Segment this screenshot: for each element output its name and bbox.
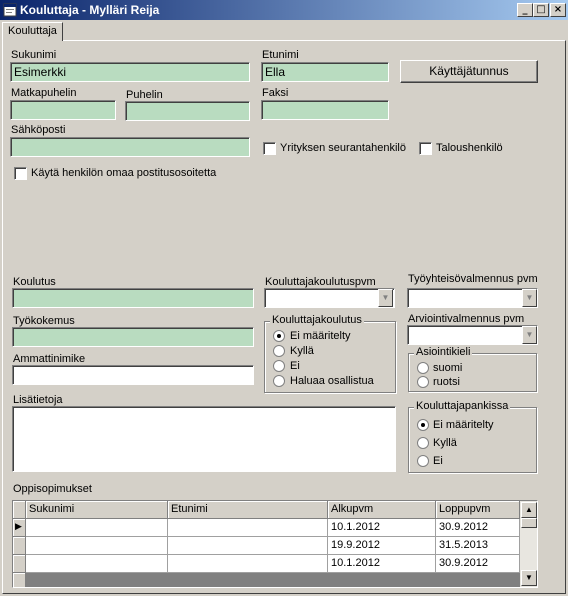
kk-option-label: Ei määritelty [290,330,351,342]
yrityksen-seurantahenkilo-label: Yrityksen seurantahenkilö [280,142,406,154]
taloushenkilo-checkbox[interactable] [419,142,432,155]
table-cell[interactable]: 10.1.2012 [328,519,436,537]
postitusosoite-checkbox[interactable] [14,167,27,180]
puhelin-field[interactable] [125,101,250,121]
kp-radio-ei-maaritelty[interactable] [417,419,429,431]
sahkoposti-field[interactable] [10,137,250,157]
row-selector[interactable] [13,555,26,573]
etunimi-field[interactable]: Ella [261,62,389,82]
kp-option-label: Kyllä [433,437,457,449]
tyoyhteisovalmennus-label: Työyhteisövalmennus pvm [408,273,538,285]
asiointikieli-option-label: suomi [433,362,463,374]
kouluttajakoulutuspvm-dropdown-icon[interactable]: ▼ [378,289,393,307]
scroll-down-icon[interactable]: ▼ [521,570,537,586]
faksi-field[interactable] [261,100,389,120]
kp-option-label: Ei [433,455,443,467]
arviointivalmennus-field[interactable] [407,325,538,345]
koulutus-label: Koulutus [13,276,56,288]
kouluttajapankissa-title: Kouluttajapankissa [414,400,511,412]
yrityksen-seurantahenkilo-checkbox[interactable] [263,142,276,155]
kk-radio-ei[interactable] [273,360,285,372]
asiointikieli-option-label: ruotsi [433,376,460,388]
grid-corner [13,501,26,519]
table-cell[interactable] [26,555,168,573]
arviointivalmennus-label: Arviointivalmennus pvm [408,313,525,325]
ammattinimike-label: Ammattinimike [13,353,86,365]
row-selector-icon[interactable]: ▶ [13,519,26,537]
kk-radio-haluaa-osallistua[interactable] [273,375,285,387]
matkapuhelin-label: Matkapuhelin [11,87,77,99]
table-cell[interactable]: 19.9.2012 [328,537,436,555]
sahkoposti-label: Sähköposti [11,124,66,136]
column-header-alkupvm[interactable]: Alkupvm [328,501,436,519]
close-icon[interactable]: × [550,3,566,17]
table-cell[interactable] [26,537,168,555]
asiointikieli-group [408,353,537,392]
kk-option-label: Haluaa osallistua [290,375,374,387]
kouluttajakoulutus-title: Kouluttajakoulutus [270,314,364,326]
faksi-label: Faksi [262,87,289,99]
maximize-icon[interactable]: □ [533,3,549,17]
puhelin-label: Puhelin [126,89,163,101]
column-header-sukunimi[interactable]: Sukunimi [26,501,168,519]
scroll-thumb[interactable] [521,518,537,528]
kp-option-label: Ei määritelty [433,419,494,431]
table-cell[interactable]: 31.5.2013 [436,537,520,555]
sukunimi-label: Sukunimi [11,49,57,61]
column-header-loppupvm[interactable]: Loppupvm [436,501,520,519]
minimize-icon[interactable]: _ [517,3,533,17]
kouluttajakoulutuspvm-label: Kouluttajakoulutuspvm [265,276,376,288]
tyoyhteisovalmennus-field[interactable] [407,288,538,308]
table-cell[interactable]: 30.9.2012 [436,519,520,537]
row-selector[interactable] [13,537,26,555]
etunimi-label: Etunimi [262,49,299,61]
table-cell[interactable] [168,537,328,555]
kk-option-label: Kyllä [290,345,314,357]
table-cell[interactable]: 30.9.2012 [436,555,520,573]
table-cell[interactable] [168,555,328,573]
tyoyhteisovalmennus-dropdown-icon[interactable]: ▼ [522,289,537,307]
tyokokemus-label: Työkokemus [13,315,75,327]
kk-radio-kylla[interactable] [273,345,285,357]
matkapuhelin-field[interactable] [10,100,116,120]
window-title: Kouluttaja - Mylläri Reija [20,3,160,17]
lisatietoja-textarea[interactable] [12,406,396,472]
app-icon[interactable] [3,3,17,17]
oppisopimukset-label: Oppisopimukset [13,483,92,495]
kk-option-label: Ei [290,360,300,372]
asiointikieli-radio-suomi[interactable] [417,362,429,374]
kayttajatunnus-button[interactable]: Käyttäjätunnus [400,60,538,83]
kouluttajakoulutuspvm-field[interactable] [264,288,395,308]
sukunimi-field[interactable]: Esimerkki [10,62,250,82]
row-selector[interactable] [13,573,26,587]
kp-radio-kylla[interactable] [417,437,429,449]
oppisopimukset-grid[interactable]: Sukunimi Etunimi Alkupvm Loppupvm ▶ 10.1… [12,500,538,588]
table-cell[interactable] [168,519,328,537]
tyokokemus-field[interactable] [12,327,254,347]
table-cell[interactable]: 10.1.2012 [328,555,436,573]
scroll-up-icon[interactable]: ▲ [521,502,537,518]
asiointikieli-radio-ruotsi[interactable] [417,376,429,388]
ammattinimike-field[interactable] [12,365,254,385]
taloushenkilo-label: Taloushenkilö [436,142,503,154]
kp-radio-ei[interactable] [417,455,429,467]
table-cell[interactable] [26,519,168,537]
lisatietoja-label: Lisätietoja [13,394,63,406]
column-header-etunimi[interactable]: Etunimi [168,501,328,519]
arviointivalmennus-dropdown-icon[interactable]: ▼ [522,326,537,344]
koulutus-field[interactable] [12,288,254,308]
asiointikieli-title: Asiointikieli [414,346,473,358]
kk-radio-ei-maaritelty[interactable] [273,330,285,342]
postitusosoite-label: Käytä henkilön omaa postitusosoitetta [31,167,217,179]
tab-kouluttaja[interactable]: Kouluttaja [2,22,63,41]
